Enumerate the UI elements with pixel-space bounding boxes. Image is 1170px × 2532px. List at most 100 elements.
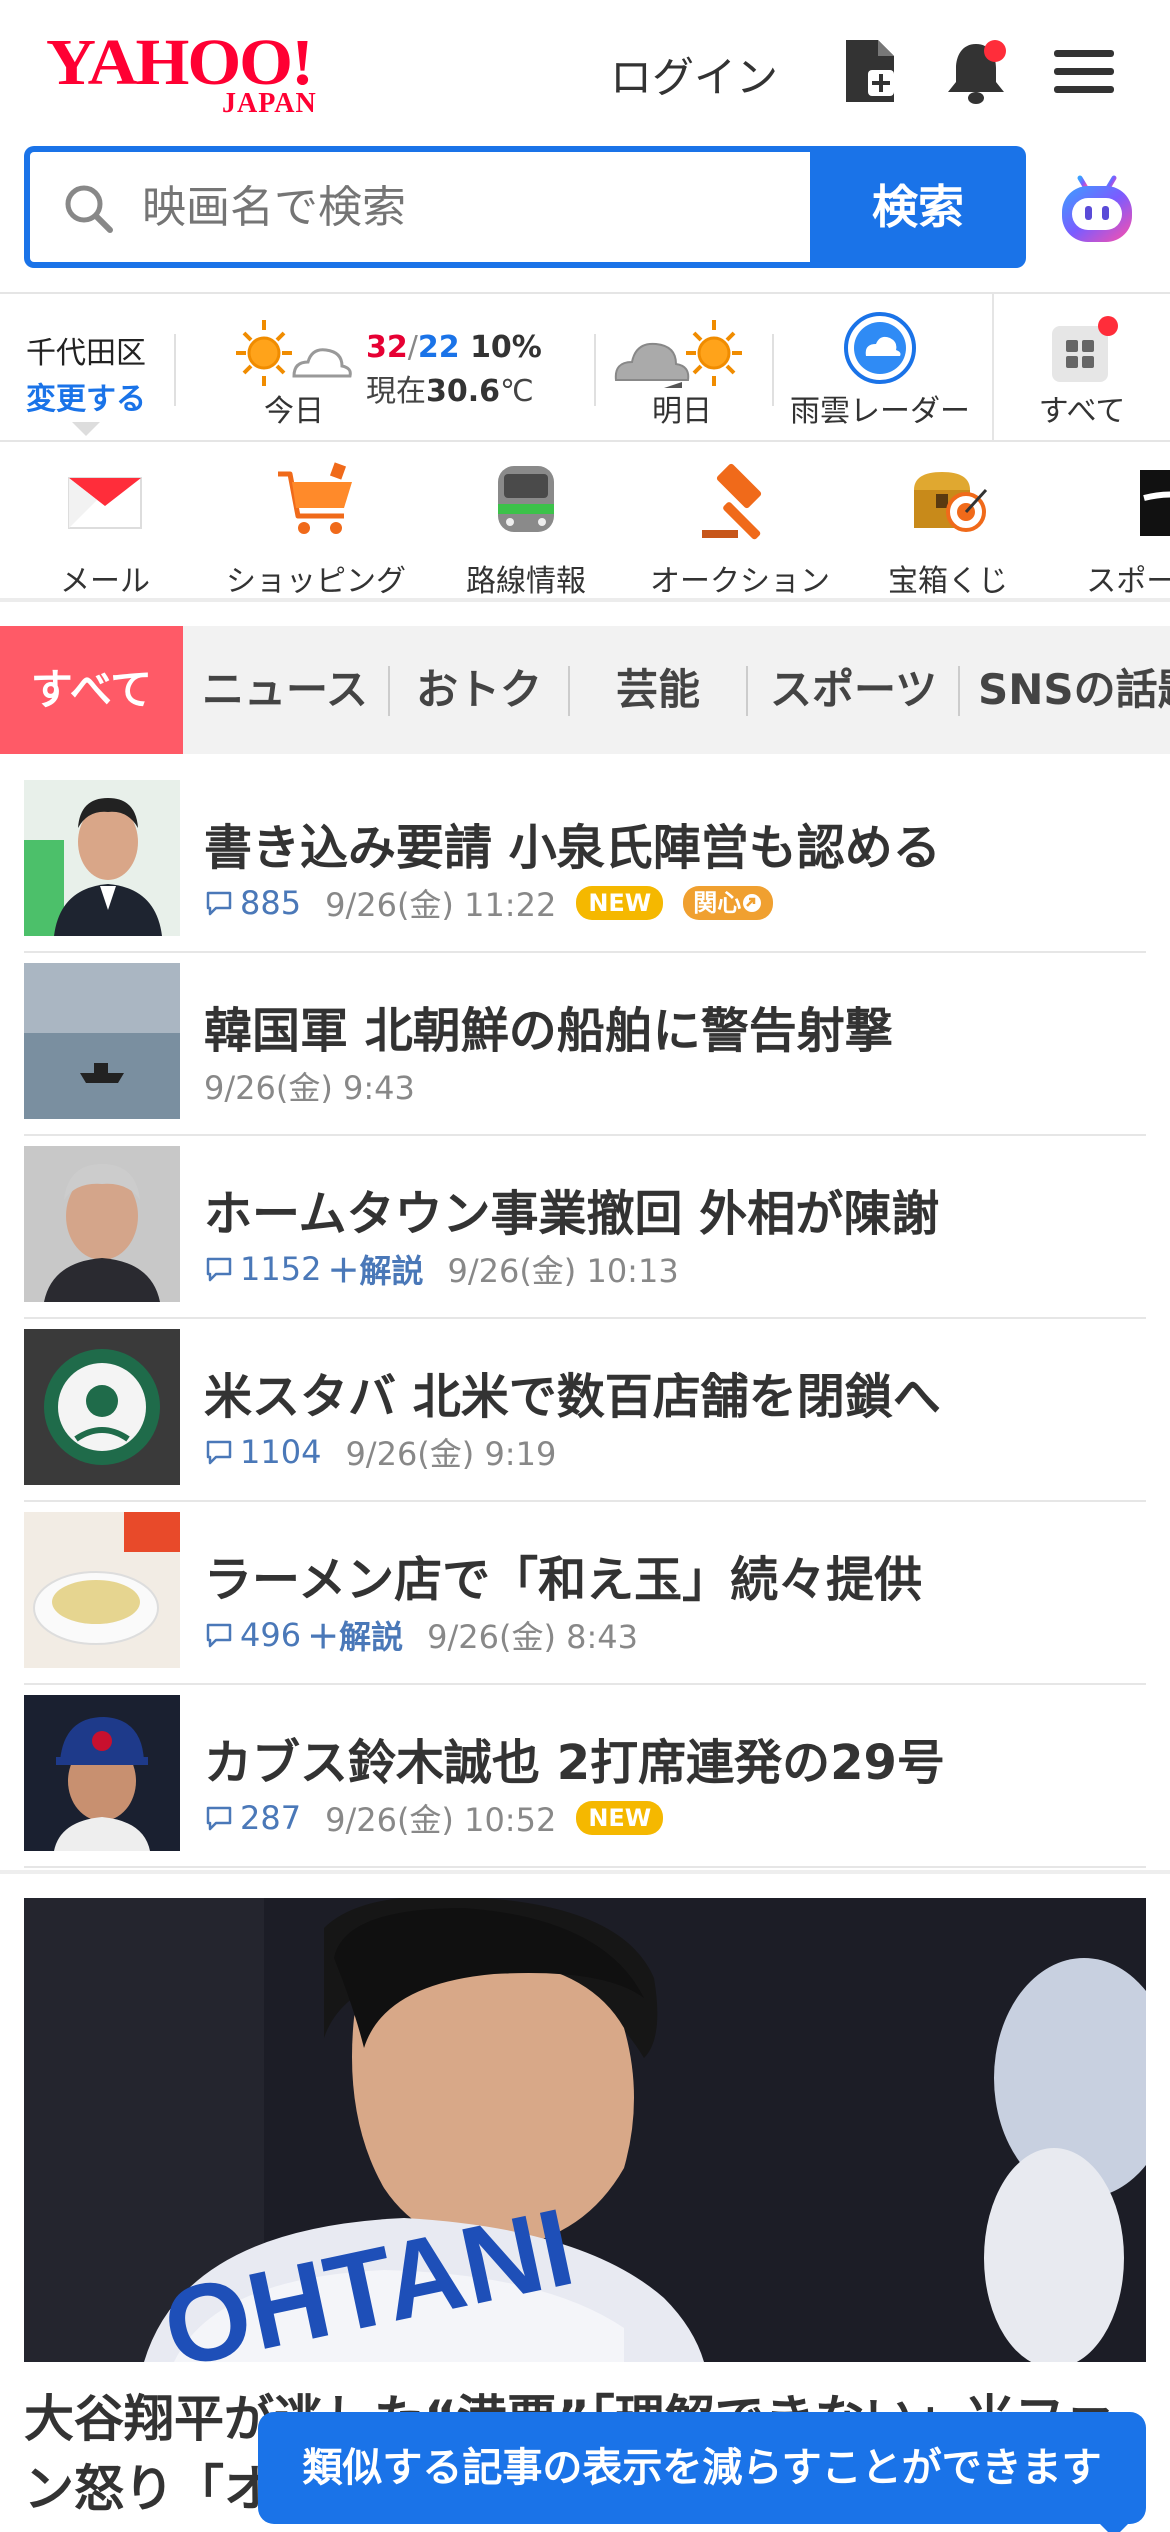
tab-divider (746, 666, 748, 716)
feature-image[interactable]: OHTANI (24, 1898, 1146, 2362)
interest-badge-label: 関心 (693, 889, 742, 917)
news-item[interactable]: カブス鈴木誠也 2打席連発の29号 287 9/26(金) 10:52 NEW (24, 1685, 1146, 1868)
bell-icon[interactable] (940, 36, 1012, 108)
comment-number: 287 (240, 1799, 302, 1837)
news-meta: 885 9/26(金) 11:22 NEW 関心 (204, 880, 774, 926)
comment-number: 1152 (240, 1250, 322, 1288)
grid-icon (1052, 316, 1118, 382)
treasure-icon (914, 472, 988, 532)
news-date: 9/26(金) 10:13 (447, 1252, 679, 1290)
trending-up-icon (743, 894, 762, 912)
interest-badge: 関心 (683, 886, 774, 920)
new-badge: NEW (576, 886, 664, 920)
news-item[interactable]: 米スタバ 北米で数百店舗を閉鎖へ 1104 9/26(金) 9:19 (24, 1319, 1146, 1502)
search-input[interactable] (142, 176, 782, 238)
comment-count[interactable]: 287 (204, 1799, 301, 1837)
divider (992, 294, 994, 442)
services-row: メール ショッピング 路線情報 オークション 宝箱くじ スポ (0, 442, 1170, 602)
hammer-icon (702, 463, 762, 540)
toast-pointer (1096, 2520, 1132, 2532)
news-date: 9/26(金) 10:52 (325, 1801, 557, 1839)
news-item[interactable]: 韓国軍 北朝鮮の船舶に警告射撃 9/26(金) 9:43 (24, 953, 1146, 1136)
cart-icon (278, 462, 352, 534)
search-button[interactable]: 検索 (810, 146, 1026, 268)
yahoo-japan-logo[interactable]: YAHOO! JAPAN (46, 30, 366, 120)
service-label: 宝箱くじ (888, 564, 1008, 599)
news-title: 書き込み要請 小泉氏陣営も認める (204, 820, 941, 876)
service-label: ショッピング (226, 564, 406, 599)
service-shopping[interactable]: ショッピング (222, 460, 410, 599)
temp-separator: / (407, 330, 418, 365)
service-treasure[interactable]: 宝箱くじ (880, 460, 1016, 599)
today-temperature: 32/22 10% (366, 330, 542, 365)
tab-all[interactable]: すべて (0, 626, 183, 754)
divider (772, 334, 774, 406)
service-auction[interactable]: オークション (640, 460, 840, 599)
news-meta: 287 9/26(金) 10:52 NEW (204, 1795, 664, 1841)
comment-count[interactable]: 1104 (204, 1433, 321, 1471)
news-item[interactable]: 書き込み要請 小泉氏陣営も認める 885 9/26(金) 11:22 NEW 関… (24, 770, 1146, 953)
tab-entertainment[interactable]: 芸能 (616, 626, 700, 754)
logo-main-text: YAHOO! (46, 26, 314, 99)
commentary-link[interactable]: ＋解説 (327, 1246, 423, 1292)
service-transit[interactable]: 路線情報 (458, 460, 594, 598)
dropdown-indicator (72, 422, 100, 436)
news-meta: 1104 9/26(金) 9:19 (204, 1429, 556, 1475)
comment-number: 496 (240, 1616, 302, 1654)
hamburger-menu-icon[interactable] (1048, 36, 1120, 108)
comment-icon (206, 1623, 232, 1648)
tab-deals[interactable]: おトク (416, 626, 542, 754)
header: YAHOO! JAPAN ログイン (0, 0, 1170, 145)
news-date: 9/26(金) 9:43 (204, 1069, 415, 1107)
service-mail[interactable]: メール (40, 460, 170, 599)
tab-divider (568, 666, 570, 716)
news-item[interactable]: ラーメン店で「和え玉」続々提供 496 ＋解説 9/26(金) 8:43 (24, 1502, 1146, 1685)
news-thumbnail (24, 1695, 180, 1851)
tab-news[interactable]: ニュース (202, 626, 368, 754)
comment-count[interactable]: 1152 (204, 1250, 321, 1288)
search-icon (65, 185, 113, 233)
radar-label: 雨雲レーダー (790, 394, 970, 429)
news-item[interactable]: ホームタウン事業撤回 外相が陳謝 1152 ＋解説 9/26(金) 10:13 (24, 1136, 1146, 1319)
tab-divider (388, 666, 390, 716)
info-toast[interactable]: 類似する記事の表示を減らすことができます (258, 2412, 1146, 2532)
location-block[interactable]: 千代田区 変更する (26, 328, 156, 418)
document-add-icon[interactable] (834, 36, 906, 108)
login-link[interactable]: ログイン (610, 44, 778, 105)
news-date: 9/26(金) 8:43 (427, 1618, 638, 1656)
search-bar: 検索 (0, 146, 1170, 276)
train-icon (498, 466, 554, 532)
comment-count[interactable]: 496 (204, 1616, 301, 1654)
service-sports[interactable]: スポーツ (1066, 460, 1170, 598)
search-box[interactable] (24, 146, 810, 268)
category-tabs: すべて ニュース おトク 芸能 スポーツ SNSの話題 (0, 626, 1170, 754)
comment-count[interactable]: 885 (204, 884, 301, 922)
news-title: ラーメン店で「和え玉」続々提供 (204, 1552, 923, 1608)
current-temperature: 現在30.6℃ (366, 366, 534, 410)
location-change-link[interactable]: 変更する (26, 374, 156, 418)
today-label: 今日 (264, 394, 324, 429)
mail-icon (68, 477, 142, 529)
tab-divider (958, 666, 960, 716)
ai-assistant-icon[interactable] (1054, 166, 1140, 252)
sunny-cloudy-icon (236, 320, 352, 386)
service-label: オークション (650, 564, 830, 599)
all-label: すべて (1038, 394, 1126, 429)
comment-icon (206, 1806, 232, 1831)
news-title: ホームタウン事業撤回 外相が陳謝 (204, 1186, 940, 1242)
high-temp: 32 (366, 330, 408, 365)
commentary-link[interactable]: ＋解説 (307, 1612, 403, 1658)
current-temp-value: 30.6 (426, 374, 501, 409)
divider (174, 334, 176, 406)
new-badge: NEW (576, 1801, 664, 1835)
divider (594, 334, 596, 406)
rain-chance: 10% (470, 330, 542, 365)
news-thumbnail (24, 1329, 180, 1485)
tab-sns[interactable]: SNSの話題 (978, 626, 1170, 754)
service-label: メール (60, 564, 150, 599)
comment-icon (206, 1440, 232, 1465)
tab-sports[interactable]: スポーツ (770, 626, 937, 754)
temp-unit: ℃ (500, 374, 534, 409)
news-title: 韓国軍 北朝鮮の船舶に警告射撃 (204, 1003, 893, 1059)
news-thumbnail (24, 1512, 180, 1668)
